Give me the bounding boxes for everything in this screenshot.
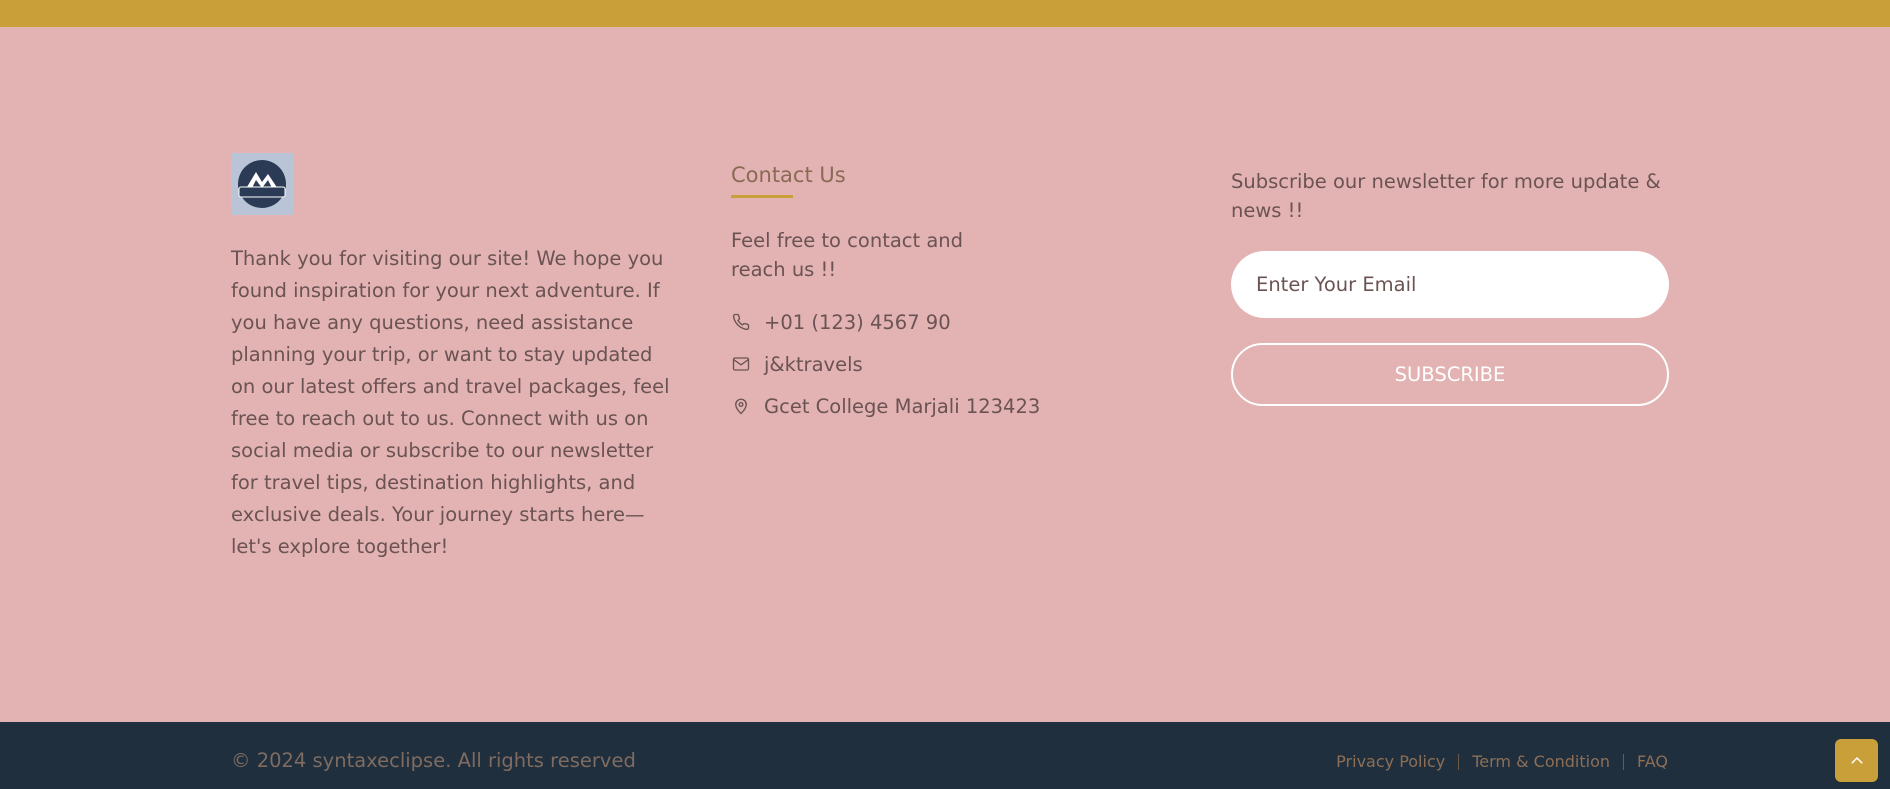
- contact-title-underline: [731, 195, 793, 198]
- contact-title: Contact Us: [731, 163, 846, 187]
- contact-phone-row[interactable]: +01 (123) 4567 90: [731, 310, 1081, 334]
- contact-phone: +01 (123) 4567 90: [764, 310, 951, 334]
- newsletter-column: Subscribe our newsletter for more update…: [1231, 153, 1669, 406]
- scroll-to-top-button[interactable]: [1835, 739, 1878, 782]
- location-pin-icon: [731, 396, 751, 416]
- bottom-bar: © 2024 syntaxeclipse. All rights reserve…: [0, 722, 1890, 789]
- logo-mountain-icon: [238, 160, 286, 208]
- contact-address-row: Gcet College Marjali 123423: [731, 394, 1081, 418]
- phone-icon: [731, 312, 751, 332]
- newsletter-email-input[interactable]: [1231, 251, 1669, 318]
- footer-main: Thank you for visiting our site! We hope…: [0, 27, 1890, 722]
- terms-link[interactable]: Term & Condition: [1472, 752, 1610, 771]
- privacy-policy-link[interactable]: Privacy Policy: [1336, 752, 1445, 771]
- link-divider: [1458, 753, 1460, 770]
- top-accent-bar: [0, 0, 1890, 27]
- contact-email: j&ktravels: [764, 352, 863, 376]
- contact-column: Contact Us Feel free to contact and reac…: [731, 153, 1081, 418]
- mail-icon: [731, 354, 751, 374]
- contact-address: Gcet College Marjali 123423: [764, 394, 1041, 418]
- subscribe-button[interactable]: SUBSCRIBE: [1231, 343, 1669, 406]
- footer-links: Privacy Policy Term & Condition FAQ: [1336, 752, 1668, 771]
- chevron-up-icon: [1850, 756, 1863, 764]
- about-column: Thank you for visiting our site! We hope…: [231, 153, 671, 563]
- contact-description: Feel free to contact and reach us !!: [731, 229, 964, 281]
- link-divider: [1623, 753, 1624, 770]
- faq-link[interactable]: FAQ: [1637, 752, 1668, 771]
- about-text: Thank you for visiting our site! We hope…: [231, 247, 670, 558]
- site-logo[interactable]: [231, 153, 293, 215]
- copyright-text: © 2024 syntaxeclipse. All rights reserve…: [231, 749, 636, 772]
- contact-email-row[interactable]: j&ktravels: [731, 352, 1081, 376]
- newsletter-text: Subscribe our newsletter for more update…: [1231, 170, 1661, 222]
